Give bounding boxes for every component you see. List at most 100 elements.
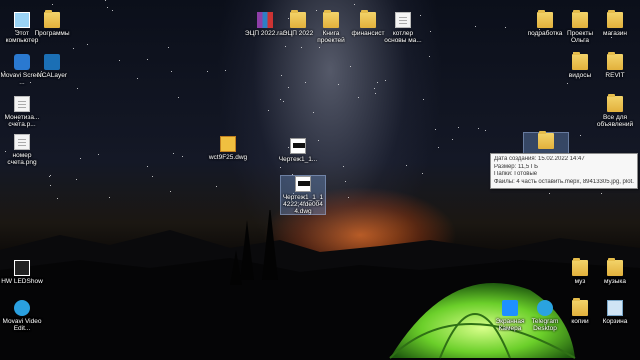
star [338, 84, 339, 85]
star [375, 93, 376, 94]
star [76, 179, 77, 180]
star [171, 71, 172, 72]
star [343, 166, 344, 167]
star [182, 156, 183, 157]
star [52, 4, 53, 5]
star [50, 185, 51, 186]
star [107, 7, 108, 8]
star [354, 4, 355, 5]
monetization-file[interactable]: Монетиза... счета.p... [0, 96, 44, 128]
shop-folder[interactable]: магазин [593, 10, 637, 37]
invoice-number-file[interactable]: номер счета.png [0, 134, 44, 166]
document-icon [395, 12, 411, 28]
music-folder-2[interactable]: музыка [593, 258, 637, 285]
star [137, 78, 138, 79]
folder-icon [607, 10, 623, 28]
folder-icon [537, 10, 553, 28]
star [377, 82, 378, 83]
folder-icon [607, 94, 623, 112]
folder-tooltip: Дата создания: 15.02.2022 14:47 Размер: … [490, 153, 638, 189]
tooltip-created: Дата создания: 15.02.2022 14:47 [494, 156, 585, 162]
wct-dwg-file[interactable]: wct9F25.dwg [206, 136, 250, 161]
star [406, 165, 407, 166]
folder-icon [44, 10, 60, 28]
dwg-file-icon [295, 176, 311, 192]
star [348, 197, 349, 198]
star [147, 166, 148, 167]
star [178, 97, 179, 98]
boiler-file[interactable]: котлер основы ма... [381, 12, 425, 44]
star [49, 176, 50, 177]
star [105, 0, 106, 1]
ready-folder[interactable] [523, 131, 569, 156]
folder-icon [572, 298, 588, 316]
star [292, 174, 293, 175]
movavi-video-shortcut[interactable]: Movavi Video Edit... [0, 300, 44, 332]
star [280, 99, 281, 100]
ledshow-icon [14, 260, 30, 276]
folder-icon [572, 52, 588, 70]
star [580, 135, 581, 136]
star [268, 110, 269, 111]
star [57, 198, 58, 199]
star [283, 101, 284, 102]
folder-icon [572, 258, 588, 276]
programs-folder[interactable]: Программы [30, 10, 74, 37]
star [601, 193, 602, 194]
drawing-2-file[interactable]: Чертеж1_1_1 4222;4fde004 4.dwg [280, 175, 326, 215]
folder-icon [607, 258, 623, 276]
star [147, 59, 148, 60]
star [422, 173, 423, 174]
folder-icon [538, 131, 554, 149]
star [358, 97, 359, 98]
star [478, 128, 479, 129]
star [313, 112, 314, 113]
tooltip-folders: Папки: Готовые [494, 171, 538, 177]
star [280, 167, 281, 168]
star [438, 147, 439, 148]
star [216, 186, 217, 187]
tooltip-size: Размер: 11,5 ГБ [494, 163, 539, 170]
star [170, 191, 171, 192]
dwg-file-icon [290, 138, 306, 154]
folder-icon [360, 10, 376, 28]
revit-folder[interactable]: REVIT [593, 52, 637, 79]
star [458, 127, 459, 128]
star [168, 47, 169, 48]
star [77, 88, 78, 89]
star [285, 46, 286, 47]
ncalayer-icon [44, 54, 60, 70]
movavi-video-icon [14, 300, 30, 316]
star [485, 130, 486, 131]
recycle-bin-icon [607, 300, 623, 316]
star [87, 44, 88, 45]
hw-ledshow-shortcut[interactable]: HW LEDShow [0, 260, 44, 285]
camera-icon [502, 300, 518, 316]
star [301, 47, 302, 48]
tooltip-files: Файлы: 4 часть оставить.mepx, 89413305.j… [494, 178, 634, 185]
star [288, 87, 289, 88]
star [80, 158, 81, 159]
archive-icon [257, 12, 273, 28]
star [385, 80, 386, 81]
star [430, 31, 431, 32]
star [435, 129, 436, 130]
star [475, 26, 476, 27]
star [98, 154, 99, 155]
star [112, 10, 113, 11]
movavi-icon [14, 54, 30, 70]
image-file-icon [14, 134, 30, 150]
ncalayer-shortcut[interactable]: NCALayer [30, 54, 74, 79]
folder-icon [290, 10, 306, 28]
drawing-1-file[interactable]: Чертеж1_1... [276, 138, 320, 163]
star [50, 175, 51, 176]
star [316, 10, 317, 11]
star [505, 27, 506, 28]
star [173, 153, 174, 154]
ads-folder[interactable]: Все для объявлений [593, 94, 637, 128]
folder-icon [572, 10, 588, 28]
star [281, 75, 282, 76]
recycle-bin[interactable]: Корзина [593, 300, 637, 325]
document-icon [14, 96, 30, 112]
folder-icon [607, 52, 623, 70]
